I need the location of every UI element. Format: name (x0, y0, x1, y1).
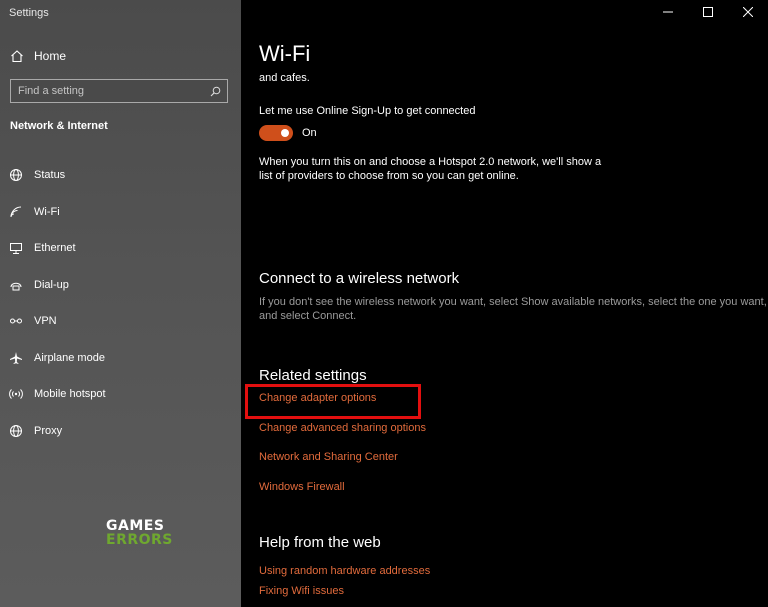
watermark-line2: ERRORS (106, 532, 173, 548)
sidebar-item-label: Airplane mode (34, 351, 105, 364)
close-icon (742, 4, 754, 22)
ethernet-icon (9, 241, 23, 255)
sidebar-item-status[interactable]: Status (0, 157, 241, 194)
help-heading: Help from the web (259, 534, 381, 551)
home-label: Home (34, 49, 67, 63)
search-input[interactable] (18, 85, 210, 97)
vpn-icon (9, 314, 23, 328)
globe-icon (9, 424, 23, 438)
close-button[interactable] (728, 0, 768, 26)
app-title: Settings (9, 7, 49, 19)
sidebar-item-dialup[interactable]: Dial-up (0, 267, 241, 304)
windows-firewall-link[interactable]: Windows Firewall (259, 481, 345, 493)
sidebar-item-proxy[interactable]: Proxy (0, 413, 241, 450)
sidebar-item-label: Mobile hotspot (34, 388, 106, 401)
page-title: Wi-Fi (259, 41, 311, 66)
section-title: Network & Internet (10, 120, 108, 132)
airplane-icon (9, 351, 23, 365)
sidebar-item-wifi[interactable]: Wi-Fi (0, 194, 241, 231)
minimize-button[interactable] (648, 0, 688, 26)
maximize-button[interactable] (688, 0, 728, 26)
maximize-icon (703, 4, 713, 22)
random-hardware-addresses-link[interactable]: Using random hardware addresses (259, 565, 430, 577)
sidebar-item-vpn[interactable]: VPN (0, 303, 241, 340)
toggle-knob (281, 129, 289, 137)
sidebar-item-label: Status (34, 169, 66, 182)
sidebar-item-airplane-mode[interactable]: Airplane mode (0, 340, 241, 377)
search-box[interactable] (10, 79, 228, 103)
network-sharing-center-link[interactable]: Network and Sharing Center (259, 451, 398, 463)
fixing-wifi-issues-link[interactable]: Fixing Wifi issues (259, 585, 344, 597)
sidebar-item-mobile-hotspot[interactable]: Mobile hotspot (0, 376, 241, 413)
sidebar-item-label: Proxy (34, 424, 63, 437)
home-icon (10, 49, 24, 63)
sidebar-item-ethernet[interactable]: Ethernet (0, 230, 241, 267)
sidebar-item-label: Dial-up (34, 278, 69, 291)
globe-icon (9, 168, 23, 182)
minimize-icon (663, 4, 673, 22)
sidebar: Settings Home Network & Internet Status (0, 0, 241, 607)
online-signup-toggle[interactable] (259, 125, 293, 141)
wifi-icon (9, 205, 23, 219)
settings-window: Settings Home Network & Internet Status (0, 0, 768, 607)
hotspot-icon (9, 387, 23, 401)
partial-text: and cafes. (259, 72, 310, 84)
search-icon[interactable] (210, 86, 221, 97)
connect-description-line1: If you don't see the wireless network yo… (259, 296, 767, 308)
sidebar-item-label: Ethernet (34, 242, 76, 255)
related-settings-heading: Related settings (259, 367, 367, 384)
watermark-logo: GAMES ERRORS (106, 519, 173, 547)
toggle-state-label: On (302, 127, 317, 139)
main-content: Wi-Fi and cafes. Let me use Online Sign-… (241, 0, 768, 607)
window-controls (648, 0, 768, 26)
online-signup-toggle-row: On (259, 125, 317, 141)
hotspot-description-line1: When you turn this on and choose a Hotsp… (259, 156, 602, 168)
watermark-line1: GAMES (106, 518, 165, 534)
change-advanced-sharing-link[interactable]: Change advanced sharing options (259, 422, 426, 434)
connect-heading: Connect to a wireless network (259, 270, 460, 287)
hotspot-description-line2: list of providers to choose from so you … (259, 170, 519, 182)
change-adapter-options-link[interactable]: Change adapter options (259, 392, 376, 404)
home-button[interactable]: Home (0, 44, 241, 68)
dialup-icon (9, 278, 23, 292)
connect-description-line2: and select Connect. (259, 310, 357, 322)
nav-list: Status Wi-Fi Ethernet Dial-up VPN Airpla… (0, 157, 241, 449)
online-signup-label: Let me use Online Sign-Up to get connect… (259, 105, 476, 117)
sidebar-item-label: VPN (34, 315, 57, 328)
sidebar-item-label: Wi-Fi (34, 205, 60, 218)
